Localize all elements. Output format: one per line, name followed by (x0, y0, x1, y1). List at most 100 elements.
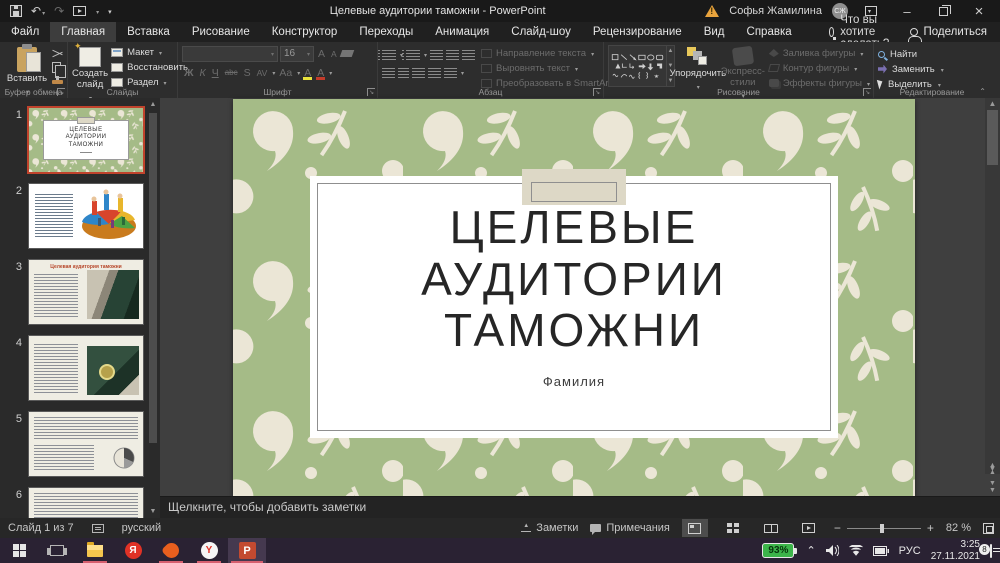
minimize-button[interactable] (894, 0, 920, 22)
format-painter-icon[interactable] (52, 80, 63, 84)
change-case-button[interactable]: Aa (277, 67, 294, 79)
action-center-button[interactable]: 8 (990, 545, 992, 557)
task-view-button[interactable] (38, 538, 76, 563)
scrollbar-thumb[interactable] (987, 110, 998, 165)
origin-button[interactable] (152, 538, 190, 563)
slide-sorter-view-button[interactable] (720, 519, 746, 537)
share-button[interactable]: Поделиться (897, 22, 1000, 42)
language-indicator[interactable]: русский (122, 522, 161, 534)
paragraph-dialog-launcher[interactable] (593, 88, 601, 96)
customize-qat-icon[interactable] (108, 5, 112, 17)
slide-title[interactable]: ЦЕЛЕВЫЕ АУДИТОРИИ ТАМОЖНИ (354, 202, 794, 357)
file-explorer-button[interactable] (76, 538, 114, 563)
slide-5-thumbnail[interactable] (29, 412, 143, 476)
next-slide-icon[interactable]: ▼▼ (989, 480, 996, 494)
tab-insert[interactable]: Вставка (116, 22, 181, 42)
strikethrough-button[interactable]: abc (223, 68, 240, 77)
highlight-button[interactable]: А (302, 67, 313, 79)
battery-widget[interactable]: 93% (762, 543, 794, 558)
battery-icon[interactable] (873, 546, 889, 556)
align-text-button[interactable]: Выровнять текст (481, 61, 619, 75)
collapse-ribbon-icon[interactable]: ⌃ (979, 87, 986, 96)
scroll-up-icon[interactable]: ▲ (985, 99, 1000, 108)
save-icon[interactable] (10, 5, 22, 17)
speaker-icon[interactable] (826, 545, 839, 556)
touch-mode-button[interactable] (95, 5, 99, 17)
drawing-dialog-launcher[interactable] (863, 88, 871, 96)
thumbnail-scrollbar[interactable]: ▲ ▼ (147, 101, 159, 515)
thumbnail-scroll-down-icon[interactable]: ▼ (147, 508, 159, 515)
zoom-slider[interactable] (847, 528, 921, 529)
slide-canvas[interactable]: ЦЕЛЕВЫЕ АУДИТОРИИ ТАМОЖНИ Фамилия (233, 99, 915, 497)
accessibility-checker-icon[interactable] (92, 524, 104, 533)
tab-view[interactable]: Вид (693, 22, 736, 42)
comments-toggle-button[interactable]: Примечания (590, 522, 670, 534)
line-spacing-icon[interactable] (462, 50, 475, 60)
clock[interactable]: 3:25 27.11.2021 (931, 539, 980, 562)
reading-view-button[interactable] (758, 519, 784, 537)
grow-font-button[interactable]: А (316, 48, 327, 60)
tab-transitions[interactable]: Переходы (348, 22, 424, 42)
start-button[interactable] (0, 538, 38, 563)
tab-home[interactable]: Главная (50, 22, 116, 42)
bold-button[interactable]: Ж (182, 67, 196, 79)
slideshow-view-button[interactable] (796, 519, 822, 537)
align-right-icon[interactable] (412, 68, 425, 78)
cut-icon[interactable] (52, 49, 64, 59)
shapes-gallery[interactable] (608, 45, 667, 87)
shapes-scroll-up-icon[interactable]: ▲ (667, 48, 673, 54)
close-button[interactable] (966, 0, 992, 22)
tab-review[interactable]: Рецензирование (582, 22, 693, 42)
slide-counter[interactable]: Слайд 1 из 7 (8, 522, 74, 534)
slide-subtitle[interactable]: Фамилия (310, 374, 838, 389)
tab-design[interactable]: Конструктор (261, 22, 349, 42)
align-center-icon[interactable] (398, 68, 409, 78)
clear-formatting-icon[interactable] (339, 50, 354, 57)
notes-placeholder[interactable]: Щелкните, чтобы добавить заметки (168, 500, 366, 514)
zoom-slider-thumb[interactable] (880, 524, 884, 533)
undo-caret-icon[interactable] (41, 6, 45, 18)
arrange-button[interactable]: Упорядочить (675, 45, 721, 93)
bullets-icon[interactable] (382, 50, 396, 60)
thumbnail-item-6[interactable]: 6 (4, 488, 160, 518)
zoom-out-icon[interactable]: − (834, 521, 841, 535)
slide-4-thumbnail[interactable] (29, 336, 143, 400)
zoom-in-icon[interactable]: + (927, 521, 934, 535)
slide-1-thumbnail[interactable]: ЦЕЛЕВЫЕ АУДИТОРИИ ТАМОЖНИ (29, 108, 143, 172)
tab-animations[interactable]: Анимация (424, 22, 500, 42)
zoom-level[interactable]: 82 % (946, 522, 971, 534)
thumbnail-item-2[interactable]: 2 (4, 184, 160, 248)
yandex-browser-button[interactable]: Y (190, 538, 228, 563)
undo-button[interactable] (31, 4, 45, 18)
find-button[interactable]: Найти (878, 47, 944, 61)
thumbnail-item-3[interactable]: 3 Целевая аудитория таможни (4, 260, 160, 324)
start-slideshow-icon[interactable] (73, 6, 86, 16)
notes-pane[interactable]: Щелкните, чтобы добавить заметки (160, 496, 1000, 518)
warning-icon[interactable] (705, 5, 719, 17)
underline-button[interactable]: Ч (210, 67, 221, 79)
text-shadow-button[interactable]: S (242, 67, 253, 79)
title-card[interactable]: ЦЕЛЕВЫЕ АУДИТОРИИ ТАМОЖНИ Фамилия (310, 176, 838, 438)
tab-file[interactable]: Файл (0, 22, 50, 42)
account-name[interactable]: Софья Жамилина (729, 5, 822, 17)
redo-icon[interactable] (54, 4, 64, 18)
italic-button[interactable]: К (198, 67, 208, 79)
font-color-button[interactable]: А (315, 67, 326, 79)
shape-fill-button[interactable]: Заливка фигуры (769, 46, 870, 60)
thumbnail-item-1[interactable]: 1 ЦЕЛЕВЫЕ АУДИТОРИИ ТАМОЖНИ (4, 108, 160, 172)
previous-slide-icon[interactable]: ▲▲ (989, 462, 996, 476)
slide-6-thumbnail[interactable] (29, 488, 143, 518)
fit-slide-to-window-icon[interactable] (983, 523, 994, 534)
tab-slideshow[interactable]: Слайд-шоу (500, 22, 582, 42)
numbering-icon[interactable] (406, 50, 420, 60)
normal-view-button[interactable] (682, 519, 708, 537)
tell-me-search[interactable]: Что вы хотите сделать? (829, 22, 898, 42)
vertical-scrollbar[interactable]: ▲ ▼ (985, 98, 1000, 474)
wifi-icon[interactable] (849, 545, 863, 556)
character-spacing-button[interactable]: AV (255, 68, 270, 78)
tab-draw[interactable]: Рисование (181, 22, 261, 42)
reset-button[interactable]: Восстановить (111, 60, 188, 74)
font-name-combo[interactable] (182, 46, 278, 62)
input-language-indicator[interactable]: РУС (899, 545, 921, 557)
justify-icon[interactable] (428, 68, 441, 78)
